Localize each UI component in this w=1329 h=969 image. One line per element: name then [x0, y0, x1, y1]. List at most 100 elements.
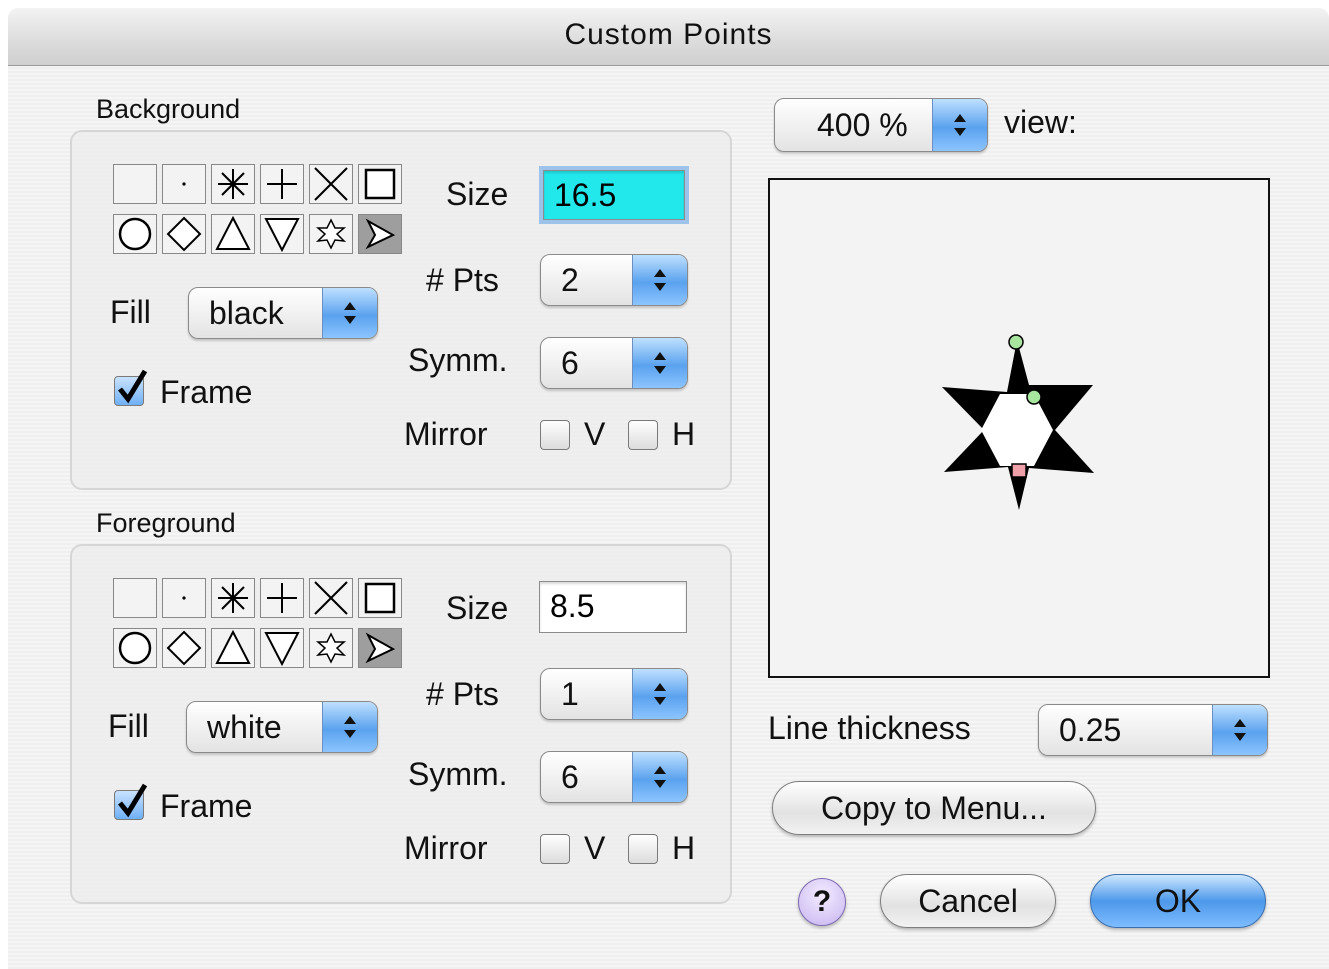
custom-points-dialog: Custom Points Background Size 16.5 # Pts…: [8, 8, 1329, 969]
title-bar[interactable]: Custom Points: [8, 8, 1329, 66]
foreground-pts-label: # Pts: [426, 676, 499, 712]
shape-diamond[interactable]: [162, 628, 206, 668]
shape-plus[interactable]: [260, 164, 304, 204]
shape-circle[interactable]: [113, 628, 157, 668]
popup-arrows-icon: [1212, 705, 1267, 755]
cross-icon: [314, 167, 348, 201]
shape-triangle-down[interactable]: [260, 214, 304, 254]
shape-square[interactable]: [358, 164, 402, 204]
shape-custom-point[interactable]: [358, 214, 402, 254]
line-thickness-label: Line thickness: [768, 710, 971, 746]
background-fill-popup[interactable]: black: [188, 287, 378, 339]
background-pts-popup[interactable]: 2: [540, 254, 688, 306]
ok-button[interactable]: OK: [1090, 874, 1266, 928]
foreground-mirror-v-label: V: [584, 830, 606, 866]
shape-asterisk[interactable]: [211, 164, 255, 204]
shape-plus[interactable]: [260, 578, 304, 618]
shape-cross[interactable]: [309, 164, 353, 204]
foreground-mirror-h-label: H: [672, 830, 696, 866]
background-size-label: Size: [446, 176, 509, 212]
checkmark-icon: [118, 783, 148, 818]
foreground-symm-label: Symm.: [408, 756, 508, 792]
background-size-field[interactable]: 16.5: [539, 166, 689, 224]
background-mirror-label: Mirror: [404, 416, 488, 452]
window-title: Custom Points: [564, 18, 773, 51]
foreground-frame-checkbox[interactable]: [114, 783, 148, 820]
preview-canvas[interactable]: [768, 178, 1270, 678]
shape-custom-point[interactable]: [358, 628, 402, 668]
shape-star[interactable]: [309, 214, 353, 254]
popup-arrows-icon: [322, 702, 377, 752]
shape-dot[interactable]: [162, 578, 206, 618]
shape-cross[interactable]: [309, 578, 353, 618]
foreground-shape-palette: [113, 578, 413, 682]
shape-asterisk[interactable]: [211, 578, 255, 618]
background-frame-checkbox[interactable]: [114, 369, 148, 406]
plus-icon: [267, 583, 297, 613]
popup-arrows-icon: [632, 752, 687, 802]
foreground-pts-popup[interactable]: 1: [540, 668, 688, 720]
checkmark-icon: [118, 369, 148, 404]
cancel-button[interactable]: Cancel: [880, 874, 1056, 928]
background-symm-label: Symm.: [408, 342, 508, 378]
background-symm-popup[interactable]: 6: [540, 337, 688, 389]
custom-point-icon: [365, 632, 396, 664]
foreground-fill-popup[interactable]: white: [186, 701, 378, 753]
foreground-size-field[interactable]: 8.5: [539, 581, 687, 633]
handle-red-bottom: [1011, 463, 1027, 478]
shape-star[interactable]: [309, 628, 353, 668]
circle-icon: [118, 631, 152, 665]
background-mirror-v-checkbox[interactable]: [540, 420, 570, 450]
popup-arrows-icon: [632, 338, 687, 388]
foreground-symm-value: 6: [561, 759, 579, 795]
square-icon: [364, 582, 396, 614]
background-pts-label: # Pts: [426, 262, 499, 298]
copy-to-menu-button[interactable]: Copy to Menu...: [772, 781, 1096, 835]
background-mirror-h-checkbox[interactable]: [628, 420, 658, 450]
foreground-group-label: Foreground: [96, 508, 236, 538]
line-thickness-value: 0.25: [1059, 712, 1122, 748]
background-group-label: Background: [96, 94, 241, 124]
triangle-down-icon: [264, 218, 300, 252]
zoom-popup[interactable]: 400 %: [774, 98, 988, 152]
triangle-down-icon: [264, 632, 300, 666]
foreground-symm-popup[interactable]: 6: [540, 751, 688, 803]
foreground-frame-label: Frame: [160, 788, 253, 824]
dot-icon: [182, 596, 186, 600]
background-pts-value: 2: [561, 262, 579, 298]
shape-blank[interactable]: [113, 164, 157, 204]
help-button[interactable]: ?: [798, 878, 846, 926]
popup-arrows-icon: [932, 99, 987, 151]
foreground-mirror-h-checkbox[interactable]: [628, 834, 658, 864]
star-icon: [315, 218, 347, 250]
background-fill-label: Fill: [110, 294, 151, 330]
triangle-up-icon: [215, 216, 251, 250]
shape-dot[interactable]: [162, 164, 206, 204]
background-mirror-v-label: V: [584, 416, 606, 452]
asterisk-icon: [218, 583, 248, 613]
star-icon: [315, 632, 347, 664]
foreground-pts-value: 1: [561, 676, 579, 712]
shape-circle[interactable]: [113, 214, 157, 254]
shape-triangle-up[interactable]: [211, 628, 255, 668]
foreground-size-label: Size: [446, 590, 509, 626]
shape-triangle-up[interactable]: [211, 214, 255, 254]
foreground-mirror-label: Mirror: [404, 830, 488, 866]
background-frame-label: Frame: [160, 374, 253, 410]
background-shape-palette: [113, 164, 413, 268]
triangle-up-icon: [215, 630, 251, 664]
shape-triangle-down[interactable]: [260, 628, 304, 668]
shape-square[interactable]: [358, 578, 402, 618]
foreground-fill-label: Fill: [108, 708, 149, 744]
foreground-mirror-v-checkbox[interactable]: [540, 834, 570, 864]
zoom-value: 400 %: [817, 107, 908, 143]
square-icon: [364, 168, 396, 200]
shape-diamond[interactable]: [162, 214, 206, 254]
cross-icon: [314, 581, 348, 615]
line-thickness-popup[interactable]: 0.25: [1038, 704, 1268, 756]
dot-icon: [182, 182, 186, 186]
shape-blank[interactable]: [113, 578, 157, 618]
handle-green-mid: [1026, 389, 1042, 405]
background-symm-value: 6: [561, 345, 579, 381]
handle-green-top: [1008, 334, 1024, 350]
